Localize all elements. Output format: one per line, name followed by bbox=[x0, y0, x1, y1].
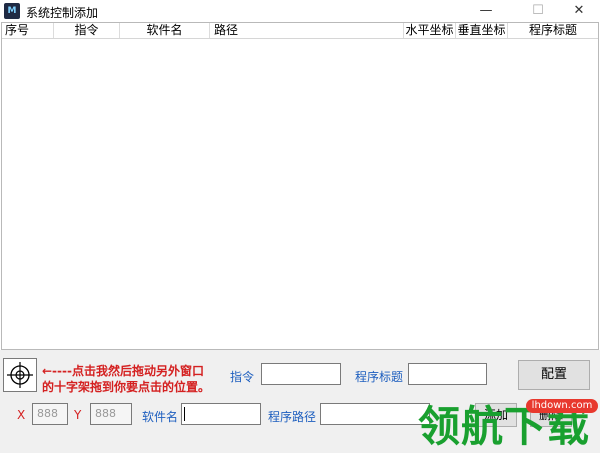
program-path-input[interactable] bbox=[320, 403, 430, 425]
y-coordinate-field[interactable]: 888 bbox=[90, 403, 132, 425]
column-header-index[interactable]: 序号 bbox=[2, 23, 54, 38]
config-button[interactable]: 配置 bbox=[518, 360, 590, 390]
command-list[interactable]: 序号 指令 软件名 路径 水平坐标 垂直坐标 程序标题 bbox=[1, 22, 599, 350]
crosshair-picker[interactable] bbox=[3, 358, 37, 392]
y-label: Y bbox=[74, 408, 82, 422]
column-header-program-title[interactable]: 程序标题 bbox=[508, 23, 598, 38]
program-path-label: 程序路径 bbox=[268, 410, 317, 424]
text-caret bbox=[184, 407, 185, 421]
software-name-input[interactable] bbox=[181, 403, 261, 425]
program-title-label: 程序标题 bbox=[355, 370, 404, 384]
picker-hint-line1: ←----点击我然后拖动另外窗口 bbox=[42, 364, 204, 378]
picker-hint-line2: 的十字架拖到你要点击的位置。 bbox=[42, 380, 211, 394]
column-header-command[interactable]: 指令 bbox=[54, 23, 120, 38]
software-name-label: 软件名 bbox=[142, 410, 179, 424]
column-header-path[interactable]: 路径 bbox=[210, 23, 404, 38]
command-label: 指令 bbox=[230, 370, 255, 384]
window-title: 系统控制添加 bbox=[26, 6, 99, 20]
crosshair-icon bbox=[7, 362, 33, 388]
add-button[interactable]: 添加 bbox=[475, 403, 517, 427]
title-bar: M 系统控制添加 — ☐ ✕ bbox=[0, 0, 600, 22]
minimize-icon[interactable]: — bbox=[463, 0, 509, 22]
delete-button[interactable]: 删除 bbox=[530, 403, 572, 427]
x-label: X bbox=[17, 408, 26, 422]
app-icon: M bbox=[4, 3, 20, 19]
close-icon[interactable]: ✕ bbox=[556, 0, 600, 22]
command-input[interactable] bbox=[261, 363, 341, 385]
program-title-input[interactable] bbox=[408, 363, 487, 385]
column-header-y[interactable]: 垂直坐标 bbox=[456, 23, 508, 38]
column-header-x[interactable]: 水平坐标 bbox=[404, 23, 456, 38]
column-header-software[interactable]: 软件名 bbox=[120, 23, 210, 38]
maximize-icon[interactable]: ☐ bbox=[515, 0, 561, 22]
list-header: 序号 指令 软件名 路径 水平坐标 垂直坐标 程序标题 bbox=[2, 23, 598, 39]
x-coordinate-field[interactable]: 888 bbox=[32, 403, 68, 425]
